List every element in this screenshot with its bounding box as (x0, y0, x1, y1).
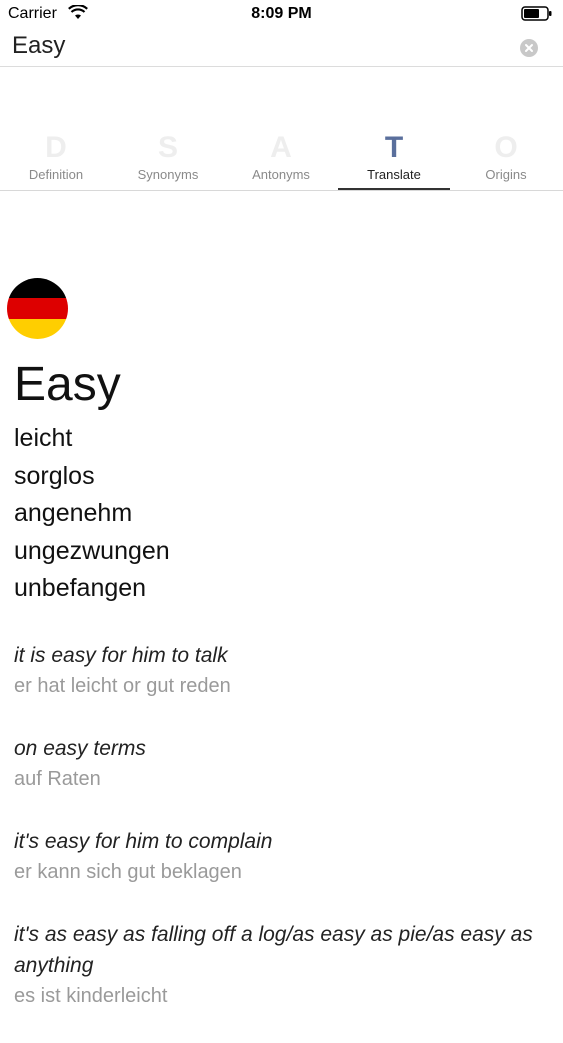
example-english: on easy terms (14, 737, 146, 760)
clear-search-button[interactable] (520, 39, 538, 57)
example-german: auf Raten (14, 768, 101, 790)
tab-antonyms-letter: A (270, 131, 292, 164)
tab-antonyms-label: Antonyms (252, 167, 310, 182)
german-flag-icon (7, 278, 68, 339)
tab-synonyms[interactable]: S Synonyms (112, 130, 224, 188)
example-item: it's as easy as falling off a log/as eas… (14, 919, 554, 1012)
close-icon (525, 44, 533, 52)
example-item: it is easy for him to talk er hat leicht… (14, 640, 554, 702)
tab-origins[interactable]: O Origins (450, 130, 562, 188)
tab-synonyms-letter: S (157, 131, 178, 164)
clock-time: 8:09 PM (251, 5, 312, 22)
tab-definition-letter: D (45, 131, 67, 164)
example-german: er hat leicht or gut reden (14, 675, 231, 697)
battery-icon (521, 6, 553, 27)
flag-stripe-black (7, 278, 68, 299)
tab-origins-letter: O (494, 131, 518, 164)
flag-stripe-gold (7, 318, 68, 339)
translation-word: unbefangen (14, 574, 147, 602)
search-bar (0, 28, 563, 67)
tab-synonyms-label: Synonyms (137, 167, 199, 182)
translation-word: ungezwungen (14, 536, 170, 565)
translation-word: sorglos (14, 461, 95, 490)
headword: Easy (14, 358, 121, 411)
tab-definition[interactable]: D Definition (0, 130, 112, 188)
tab-translate-label: Translate (367, 167, 421, 182)
tab-translate[interactable]: T Translate (338, 130, 450, 190)
tab-definition-label: Definition (28, 167, 84, 182)
tab-translate-letter: T (384, 131, 404, 164)
search-input[interactable] (12, 30, 492, 62)
tab-origins-label: Origins (485, 167, 527, 182)
status-bar: Carrier 8:09 PM (0, 0, 563, 30)
example-english: it is easy for him to talk (14, 644, 228, 667)
example-item: on easy terms auf Raten (14, 733, 554, 795)
translation-list: leicht sorglos angenehm ungezwungen unbe… (14, 420, 170, 608)
example-english: it's easy for him to complain (14, 830, 273, 853)
tab-antonyms[interactable]: A Antonyms (225, 130, 337, 188)
example-german: es ist kinderleicht (14, 985, 168, 1007)
tab-bar: D Definition S Synonyms A Antonyms T Tra… (0, 130, 563, 191)
example-item: it's easy for him to complain er kann si… (14, 826, 554, 888)
example-list: it is easy for him to talk er hat leicht… (14, 640, 554, 1043)
example-english: it's as easy as falling off a log/as eas… (14, 923, 533, 977)
example-german: er kann sich gut beklagen (14, 861, 242, 883)
translation-word: angenehm (14, 499, 133, 527)
flag-stripe-red (7, 298, 68, 319)
translation-word: leicht (14, 424, 73, 452)
